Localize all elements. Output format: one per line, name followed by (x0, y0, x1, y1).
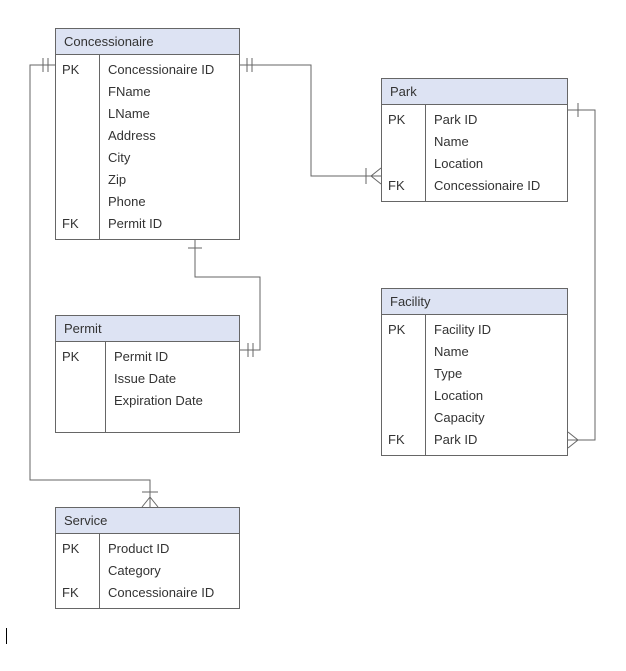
rel-park-facility (568, 103, 595, 448)
attr-label: LName (108, 103, 231, 125)
key-label (62, 81, 93, 103)
entity-park: Park PK FK Park ID Name Location Concess… (381, 78, 568, 202)
key-label (388, 385, 419, 407)
key-label (62, 191, 93, 213)
key-label: PK (388, 319, 419, 341)
entity-service: Service PK FK Product ID Category Conces… (55, 507, 240, 609)
key-label (388, 341, 419, 363)
key-label (62, 368, 99, 390)
attr-label: Facility ID (434, 319, 559, 341)
attr-label: Name (434, 341, 559, 363)
attr-label: Expiration Date (114, 390, 231, 412)
attr-label: Permit ID (108, 213, 231, 235)
attr-label: Capacity (434, 407, 559, 429)
attr-label: Park ID (434, 109, 559, 131)
text-cursor (6, 628, 7, 644)
attr-label: Address (108, 125, 231, 147)
key-label: FK (388, 429, 419, 451)
key-label (388, 131, 419, 153)
key-label: FK (62, 213, 93, 235)
entity-concessionaire: Concessionaire PK FK Concessionaire ID F… (55, 28, 240, 240)
key-label: PK (62, 538, 93, 560)
entity-title: Park (382, 79, 567, 105)
key-label (62, 147, 93, 169)
entity-title: Service (56, 508, 239, 534)
rel-concessionaire-park (240, 58, 381, 184)
attr-label: Name (434, 131, 559, 153)
key-label: FK (388, 175, 419, 197)
attr-label: Phone (108, 191, 231, 213)
attr-label: Location (434, 385, 559, 407)
key-label: FK (62, 582, 93, 604)
attr-label: Type (434, 363, 559, 385)
attr-label: Permit ID (114, 346, 231, 368)
attr-label: Issue Date (114, 368, 231, 390)
key-label (62, 169, 93, 191)
key-label: PK (388, 109, 419, 131)
entity-facility: Facility PK FK Facility ID Name Type Loc… (381, 288, 568, 456)
key-label (62, 560, 93, 582)
key-label (388, 153, 419, 175)
attr-label: Concessionaire ID (108, 582, 231, 604)
entity-title: Permit (56, 316, 239, 342)
key-label (388, 407, 419, 429)
entity-permit: Permit PK Permit ID Issue Date Expiratio… (55, 315, 240, 433)
key-label (388, 363, 419, 385)
attr-label: Product ID (108, 538, 231, 560)
key-label (62, 390, 99, 412)
attr-label: City (108, 147, 231, 169)
key-label: PK (62, 346, 99, 368)
attr-label: Category (108, 560, 231, 582)
attr-label: FName (108, 81, 231, 103)
key-label (62, 103, 93, 125)
key-label: PK (62, 59, 93, 81)
attr-label: Park ID (434, 429, 559, 451)
key-label (62, 125, 93, 147)
attr-label: Location (434, 153, 559, 175)
entity-title: Concessionaire (56, 29, 239, 55)
attr-label: Concessionaire ID (108, 59, 231, 81)
attr-label: Concessionaire ID (434, 175, 559, 197)
entity-title: Facility (382, 289, 567, 315)
attr-label: Zip (108, 169, 231, 191)
